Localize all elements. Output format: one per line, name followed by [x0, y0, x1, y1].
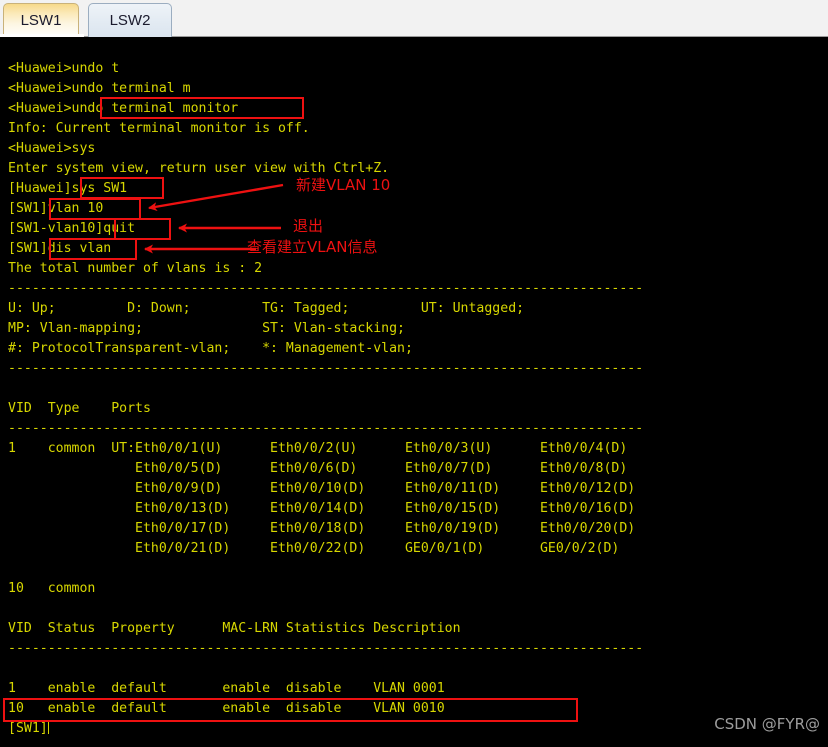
terminal-line: ----------------------------------------… [8, 641, 644, 656]
terminal-line: VID Type Ports [8, 401, 151, 416]
tab-lsw2[interactable]: LSW2 [88, 3, 172, 37]
terminal-line: 1 enable default enable disable VLAN 000… [8, 681, 445, 696]
terminal-line: [SW1]vlan 10 [8, 201, 104, 216]
terminal-output: <Huawei>undo t <Huawei>undo terminal m <Hu… [8, 59, 643, 739]
terminal-line: [Huawei]sys SW1 [8, 181, 128, 196]
terminal-line: [SW1-vlan10]quit [8, 221, 136, 236]
tab-bar: LSW1 LSW2 [0, 0, 828, 37]
terminal-line: The total number of vlans is : 2 [8, 261, 263, 276]
tab-lsw1[interactable]: LSW1 [3, 3, 79, 37]
terminal-line: ----------------------------------------… [8, 281, 644, 296]
watermark: CSDN @FYR@ [714, 715, 820, 733]
terminal-line: Eth0/0/17(D) Eth0/0/18(D) Eth0/0/19(D) E… [8, 521, 636, 536]
terminal-line: <Huawei>undo terminal m [8, 81, 191, 96]
terminal-line: [SW1]dis vlan [8, 241, 112, 256]
tab-lsw2-label: LSW2 [109, 12, 151, 29]
terminal-line: Eth0/0/13(D) Eth0/0/14(D) Eth0/0/15(D) E… [8, 501, 636, 516]
terminal-line: <Huawei>undo terminal monitor [8, 101, 239, 116]
terminal-line: <Huawei>sys [8, 141, 96, 156]
terminal-line: 10 common [8, 581, 96, 596]
terminal-line: Info: Current terminal monitor is off. [8, 121, 310, 136]
terminal-line: MP: Vlan-mapping; ST: Vlan-stacking; [8, 321, 405, 336]
terminal-line: VID Status Property MAC-LRN Statistics D… [8, 621, 461, 636]
terminal-line: #: ProtocolTransparent-vlan; *: Manageme… [8, 341, 413, 356]
terminal-cursor [47, 720, 49, 734]
terminal-line: 10 enable default enable disable VLAN 00… [8, 701, 445, 716]
terminal-line: Enter system view, return user view with… [8, 161, 390, 176]
tab-lsw1-label: LSW1 [20, 12, 62, 29]
terminal-line: Eth0/0/5(D) Eth0/0/6(D) Eth0/0/7(D) Eth0… [8, 461, 628, 476]
active-tab-underline [0, 34, 84, 37]
terminal-line: Eth0/0/21(D) Eth0/0/22(D) GE0/0/1(D) GE0… [8, 541, 620, 556]
terminal-line: ----------------------------------------… [8, 421, 644, 436]
terminal-line: U: Up; D: Down; TG: Tagged; UT: Untagged… [8, 301, 525, 316]
terminal-line: 1 common UT:Eth0/0/1(U) Eth0/0/2(U) Eth0… [8, 441, 628, 456]
terminal-line: Eth0/0/9(D) Eth0/0/10(D) Eth0/0/11(D) Et… [8, 481, 636, 496]
terminal-line: <Huawei>undo t [8, 61, 120, 76]
terminal-line: ----------------------------------------… [8, 361, 644, 376]
terminal-console[interactable]: <Huawei>undo t <Huawei>undo terminal m <Hu… [0, 37, 828, 747]
terminal-line: [SW1] [8, 720, 49, 736]
